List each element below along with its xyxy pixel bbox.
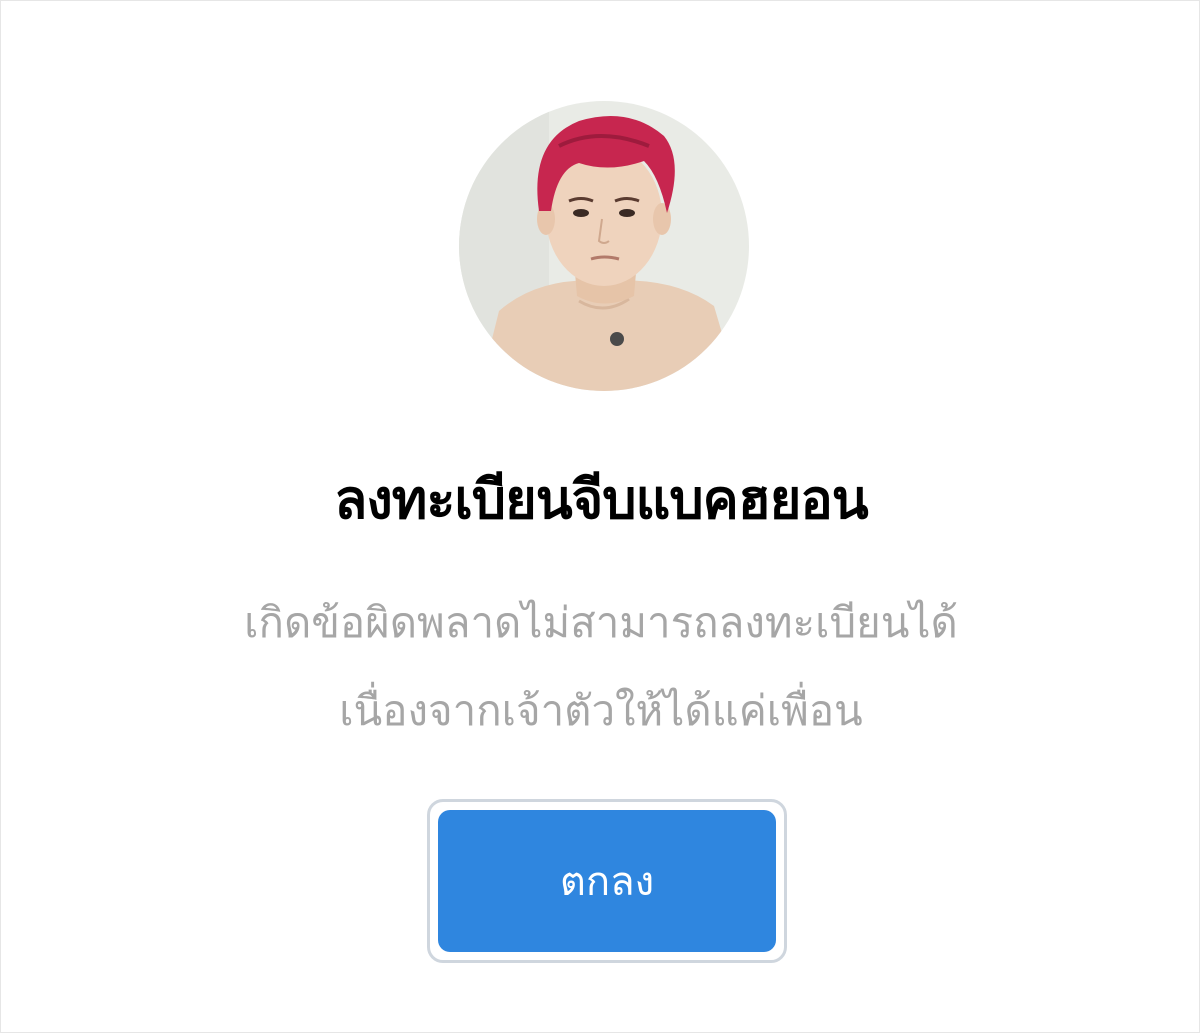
error-message-line: เนื่องจากเจ้าตัวให้ได้แค่เพื่อน [339,686,863,735]
error-dialog: ลงทะเบียนจีบแบคฮยอน เกิดข้อผิดพลาดไม่สาม… [0,0,1200,1033]
dialog-title: ลงทะเบียนจีบแบคฮยอน [334,468,868,531]
profile-avatar [459,101,749,391]
ok-button-focus-ring: ตกลง [427,799,787,963]
error-message-line: เกิดข้อผิดพลาดไม่สามารถลงทะเบียนได้ [244,598,958,647]
ok-button[interactable]: ตกลง [438,810,776,952]
error-message: เกิดข้อผิดพลาดไม่สามารถลงทะเบียนได้ เนื่… [1,579,1200,755]
